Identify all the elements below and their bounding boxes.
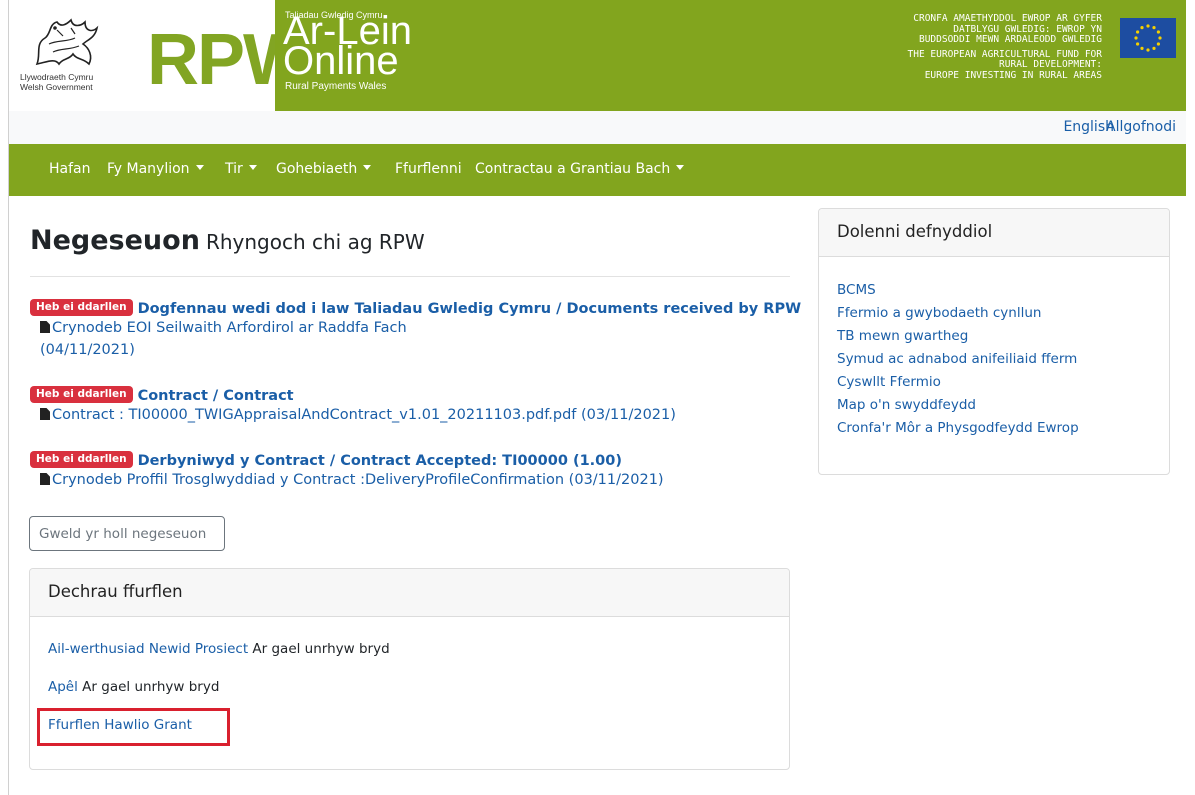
nav-contracts-grants[interactable]: Contractau a Grantiau Bach [475,161,685,177]
form-item: Ail-werthusiad Newid Prosiect Ar gael un… [48,641,390,657]
utility-bar: English Allgofnodi [9,111,1186,144]
useful-link-farming-connect[interactable]: Cyswllt Ffermio [837,374,941,390]
file-icon [40,408,50,420]
start-form-heading: Dechrau ffurflen [30,569,789,617]
page-title: Negeseuon Rhyngoch chi ag RPW [30,225,425,256]
banner-title: Ar-Lein Online [283,11,412,83]
useful-links-heading: Dolenni defnyddiol [819,209,1169,257]
attachment-label: Crynodeb Proffil Trosglwyddiad y Contrac… [52,472,664,488]
nav-home[interactable]: Hafan [49,161,91,177]
nav-my-details-label: Fy Manylion [107,161,190,177]
message-title-link[interactable]: Derbyniwyd y Contract / Contract Accepte… [138,453,622,469]
nav-correspondence-label: Gohebiaeth [276,161,358,177]
start-form-card: Dechrau ffurflen Ail-werthusiad Newid Pr… [29,568,790,770]
unread-badge: Heb ei ddarllen [30,386,133,403]
unread-badge: Heb ei ddarllen [30,451,133,468]
gov-name-en: Welsh Government [20,82,93,92]
page-title-main: Negeseuon [30,225,200,256]
form-availability: Ar gael unrhyw bryd [252,641,390,657]
caret-down-icon [248,164,257,170]
file-icon [40,473,50,485]
useful-link-bcms[interactable]: BCMS [837,282,876,298]
form-availability: Ar gael unrhyw bryd [82,679,220,695]
nav-home-label: Hafan [49,161,91,177]
nav-land[interactable]: Tir [225,161,257,177]
form-item: Apêl Ar gael unrhyw bryd [48,679,219,695]
eu-flag-icon [1120,18,1176,58]
eu-line: BUDDSODDI MEWN ARDALEODD GWLEDIG [918,34,1102,45]
message-attachment-link[interactable]: Contract : TI00000_TWIGAppraisalAndContr… [40,404,800,426]
nav-land-label: Tir [225,161,243,177]
message-title-link[interactable]: Contract / Contract [138,388,294,404]
nav-correspondence[interactable]: Gohebiaeth [276,161,372,177]
message-attachment-link[interactable]: Crynodeb EOI Seilwaith Arfordirol ar Rad… [40,317,800,339]
gov-name-cy: Llywodraeth Cymru [20,72,94,82]
message-date: (04/11/2021) [40,342,135,358]
caret-down-icon [676,164,685,170]
eu-funding-text: CRONFA AMAETHYDDOL EWROP AR GYFER DATBLY… [842,13,1102,81]
nav-forms[interactable]: Ffurflenni [395,161,462,177]
main-nav: Hafan Fy Manylion Tir Gohebiaeth Ffurfle… [9,144,1186,196]
useful-link-office-map[interactable]: Map o'n swyddfeydd [837,397,976,413]
message-item: Heb ei ddarllen Derbyniwyd y Contract / C… [30,450,800,491]
header-banner: Taliadau Gwledig Cymru Ar-Lein Online Ru… [275,0,1186,111]
eu-line: RURAL DEVELOPMENT: [999,59,1102,70]
attachment-label: Contract : TI00000_TWIGAppraisalAndContr… [52,407,676,423]
caret-down-icon [363,164,372,170]
file-icon [40,321,50,333]
useful-link-animal-movement[interactable]: Symud ac adnabod anifeiliaid fferm [837,351,1077,367]
page-title-sub: Rhyngoch chi ag RPW [205,230,425,254]
useful-link-farming-info[interactable]: Ffermio a gwybodaeth cynllun [837,305,1041,321]
banner-subtitle: Rural Payments Wales [285,81,387,92]
message-item: Heb ei ddarllen Dogfennau wedi dod i law … [30,298,802,361]
form-link-project-change[interactable]: Ail-werthusiad Newid Prosiect [48,641,248,657]
nav-forms-label: Ffurflenni [395,161,462,177]
caret-down-icon [195,164,204,170]
useful-link-emff[interactable]: Cronfa'r Môr a Physgodfeydd Ewrop [837,420,1079,436]
government-name: Llywodraeth Cymru Welsh Government [20,72,93,92]
logout-link[interactable]: Allgofnodi [1106,119,1176,135]
eu-line: CRONFA AMAETHYDDOL EWROP AR GYFER [913,13,1102,24]
message-title-link[interactable]: Dogfennau wedi dod i law Taliadau Gwledi… [138,301,802,317]
view-all-messages-button[interactable]: Gweld yr holl negeseuon [29,516,225,551]
message-attachment-link[interactable]: Crynodeb Proffil Trosglwyddiad y Contrac… [40,469,800,491]
unread-badge: Heb ei ddarllen [30,299,133,316]
attachment-label: Crynodeb EOI Seilwaith Arfordirol ar Rad… [52,320,407,336]
banner-title-line2: Online [283,39,399,83]
useful-links-card: Dolenni defnyddiol BCMS Ffermio a gwybod… [818,208,1170,475]
nav-my-details[interactable]: Fy Manylion [107,161,204,177]
divider [30,276,790,277]
eu-line: EUROPE INVESTING IN RURAL AREAS [924,69,1102,81]
message-item: Heb ei ddarllen Contract / Contract Contr… [30,385,800,426]
form-link-appeal[interactable]: Apêl [48,679,78,695]
highlight-box [37,708,230,746]
useful-link-tb-cattle[interactable]: TB mewn gwartheg [837,328,968,344]
nav-contracts-grants-label: Contractau a Grantiau Bach [475,161,671,177]
site-header: Llywodraeth Cymru Welsh Government RPW T… [9,0,1186,111]
